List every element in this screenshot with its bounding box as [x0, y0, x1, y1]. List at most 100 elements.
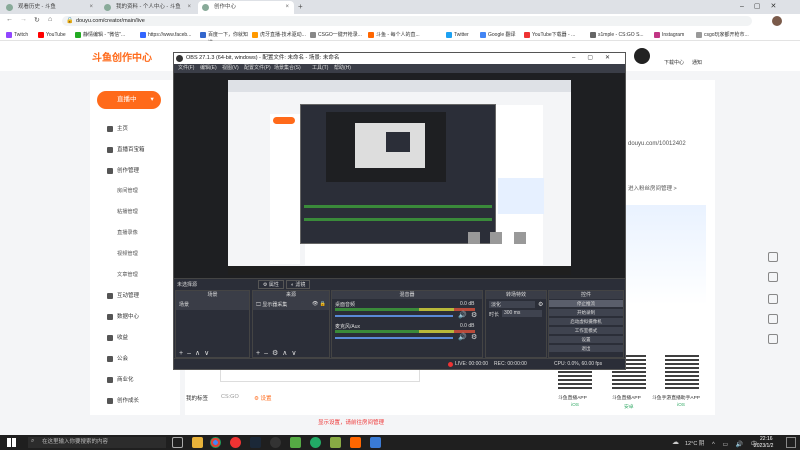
obs-menu-help[interactable]: 帮助(H) [334, 64, 351, 73]
forward-icon[interactable]: → [20, 16, 27, 23]
bookmark-google-translate[interactable]: Google 翻译 [480, 31, 516, 39]
properties-button[interactable]: ⚙ 属性 [258, 280, 284, 289]
bookmark-twitch[interactable]: Twitch [6, 31, 28, 39]
notification-link[interactable]: 通知 [692, 59, 702, 66]
sidebar-sub-clips[interactable]: 粘播管理 [117, 207, 138, 217]
close-icon[interactable]: × [285, 1, 289, 13]
bookmark-csgo[interactable]: CSGO一键开枪录... [310, 31, 365, 39]
sidebar-item-interaction[interactable]: 互动管理 [107, 291, 139, 301]
studio-mode-button[interactable]: 工作室模式 [549, 327, 623, 334]
home-icon[interactable]: ⌂ [48, 16, 52, 23]
close-icon[interactable]: × [89, 1, 93, 13]
virtual-camera-button[interactable]: 启动虚拟摄像机 [549, 318, 623, 325]
obs-menu-scene-collection[interactable]: 场景集合(S) [274, 64, 301, 73]
user-avatar[interactable] [634, 48, 650, 64]
sidebar-item-guild[interactable]: 公会 [107, 354, 128, 364]
chrome-icon[interactable] [210, 437, 221, 448]
window-controls[interactable]: –▢✕ [740, 2, 786, 10]
site-logo[interactable]: 斗鱼创作中心 [92, 49, 152, 64]
tab-creator-center[interactable]: 创作中心 × [198, 1, 294, 14]
sidebar-item-income[interactable]: 收益 [107, 333, 128, 343]
sidebar-item-growth[interactable]: 创作成长 [107, 396, 139, 406]
source-item[interactable]: 🖵 显示器采集 👁 🔒 [253, 299, 329, 310]
source-controls[interactable]: +–⚙∧∨ [256, 349, 301, 357]
sidebar-item-creation[interactable]: 创作管理 [107, 166, 139, 176]
sidebar-sub-videos[interactable]: 视频管理 [117, 249, 138, 259]
speaker-icon[interactable]: 🔊 [458, 333, 467, 341]
live-button[interactable]: 直播中 ▾ [97, 91, 161, 109]
obs-menu-tools[interactable]: 工具(T) [312, 64, 328, 73]
bookmark-twitter[interactable]: Twitter [446, 31, 469, 39]
task-view-icon[interactable] [172, 437, 183, 448]
start-recording-button[interactable]: 开始录制 [549, 309, 623, 316]
bookmark-instagram[interactable]: Instagram [654, 31, 684, 39]
bookmark-facebook[interactable]: https://www.faceb... [140, 31, 195, 39]
file-explorer-icon[interactable] [192, 437, 203, 448]
mixer-mic-fader[interactable] [335, 337, 453, 339]
sidebar-item-toolbox[interactable]: 直播百宝箱 [107, 145, 145, 155]
bookmark-weixin[interactable]: 静情编辑 - "微信"... [75, 31, 135, 39]
close-icon[interactable]: × [187, 1, 191, 13]
bookmark-douyu[interactable]: 斗鱼 - 每个人的直... [368, 31, 438, 39]
duration-input[interactable]: 300 ms [502, 310, 542, 317]
sidebar-sub-room[interactable]: 房间管理 [117, 186, 138, 196]
obs-menu-view[interactable]: 视图(V) [222, 64, 239, 73]
mixer-desktop-fader[interactable] [335, 315, 453, 317]
douyu-app-icon[interactable] [350, 437, 361, 448]
sidebar-item-commerce[interactable]: 商业化 [107, 375, 134, 385]
bookmark-huya[interactable]: 虎牙直播-技术驱动... [252, 31, 307, 39]
back-icon[interactable]: ← [6, 16, 13, 23]
tag-settings-link[interactable]: ⚙ 设置 [254, 394, 271, 402]
tab-history[interactable]: 观看历史 - 斗鱼 × [2, 1, 98, 14]
notification-center-icon[interactable] [786, 437, 796, 448]
taskbar-search[interactable]: 在这里输入你要搜索的内容 [28, 437, 166, 448]
footer-room-link[interactable]: 显示设置，请前往房间管理 [318, 418, 384, 426]
profile-avatar[interactable] [772, 16, 782, 26]
sidebar-sub-articles[interactable]: 文章管理 [117, 270, 138, 280]
bookmark-youtube-downloader[interactable]: YouTube下载器 - ... [524, 31, 586, 39]
obs-menu-file[interactable]: 文件(F) [178, 64, 194, 73]
app-red-icon[interactable] [230, 437, 241, 448]
sidebar-item-data[interactable]: 数据中心 [107, 312, 139, 322]
scene-controls[interactable]: +–∧∨ [179, 349, 213, 357]
new-tab-button[interactable]: + [298, 2, 303, 11]
sidebar-item-home[interactable]: 主页 [107, 124, 128, 134]
windows-start-icon[interactable] [7, 438, 16, 447]
help-icon[interactable] [768, 294, 778, 304]
app-blue-icon[interactable] [370, 437, 381, 448]
sidebar-sub-recordings[interactable]: 直播录像 [117, 228, 138, 238]
bookmark-s1mple[interactable]: s1mple - CS:GO S... [590, 31, 652, 39]
gear-icon[interactable]: ⚙ [538, 301, 543, 308]
obs-menu-profile[interactable]: 配置文件(P) [244, 64, 271, 73]
reload-icon[interactable]: ↻ [34, 16, 40, 24]
promo-banner[interactable] [626, 205, 706, 305]
obs-window-controls[interactable]: –▢✕ [572, 54, 622, 61]
app-green-icon[interactable] [290, 437, 301, 448]
speaker-icon[interactable]: 🔊 [458, 311, 467, 319]
message-icon[interactable] [768, 334, 778, 344]
clock-date[interactable]: 2023/1/2 [754, 443, 773, 449]
obs-taskbar-icon[interactable] [270, 437, 281, 448]
fan-room-link[interactable]: 进入粉丝房间管理 > [628, 184, 677, 192]
customer-service-icon[interactable] [768, 314, 778, 324]
bookmark-baidu[interactable]: 百度一下，你就知道 [200, 31, 248, 46]
download-center-link[interactable]: 下载中心 [664, 59, 684, 66]
feedback-icon[interactable] [768, 252, 778, 262]
tab-profile[interactable]: 我的资料 - 个人中心 - 斗鱼 × [100, 1, 196, 14]
obs-menu-edit[interactable]: 编辑(E) [200, 64, 217, 73]
settings-button[interactable]: 设置 [549, 336, 623, 343]
filters-button[interactable]: ◐ 滤镜 [286, 280, 311, 289]
app-download-icon[interactable] [768, 272, 778, 282]
clock-time[interactable]: 22:16 [760, 436, 773, 442]
steam-icon[interactable] [250, 437, 261, 448]
transition-select[interactable]: 淡化 [489, 301, 535, 308]
gear-icon[interactable]: ⚙ [471, 333, 477, 341]
exit-button[interactable]: 退出 [549, 345, 623, 352]
nvidia-icon[interactable] [330, 437, 341, 448]
stop-streaming-button[interactable]: 停止推流 [549, 300, 623, 307]
bookmark-youtube[interactable]: YouTube [38, 31, 66, 39]
bookmark-csgo-market[interactable]: csgo玩家都开枪市... [696, 31, 756, 39]
weather-text[interactable]: 12°C 阴 [685, 439, 704, 447]
scene-item[interactable]: 场景 [176, 299, 249, 310]
tray-icons[interactable]: ^ ▭ 🔊 中 [712, 439, 760, 448]
